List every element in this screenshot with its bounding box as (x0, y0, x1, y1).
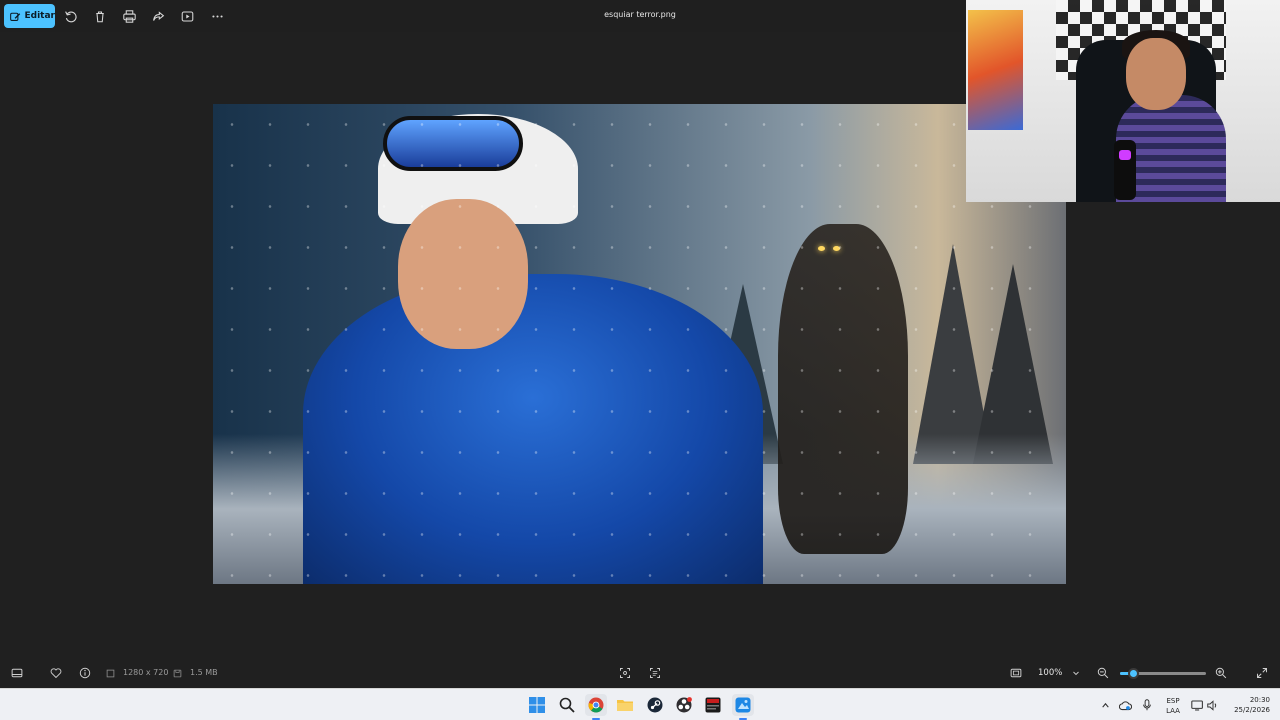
displayed-photo (213, 104, 1066, 584)
keyboard-layout: LAA (1166, 707, 1180, 715)
system-clock[interactable]: 20:30 25/2/2026 (1224, 695, 1270, 715)
chevron-up-icon[interactable] (1098, 698, 1112, 712)
fit-to-window-icon[interactable] (1008, 665, 1024, 681)
zoom-out-icon[interactable] (1095, 665, 1111, 681)
clock-date: 25/2/2026 (1234, 706, 1270, 714)
crop-focus-icon[interactable] (617, 665, 633, 681)
taskbar: ESP LAA 20:30 25/2/2026 (0, 688, 1280, 720)
microphone-icon[interactable] (1140, 698, 1154, 712)
share-icon[interactable] (150, 8, 166, 24)
file-explorer-icon[interactable] (614, 694, 636, 716)
fullscreen-icon[interactable] (1254, 665, 1270, 681)
zoom-in-icon[interactable] (1213, 665, 1229, 681)
clock-time: 20:30 (1249, 696, 1270, 704)
obs-icon[interactable] (673, 694, 695, 716)
delete-icon[interactable] (92, 8, 108, 24)
file-size: 1.5 MB (190, 668, 218, 677)
filmstrip-icon[interactable] (9, 665, 25, 681)
zoom-value: 100% (1038, 668, 1063, 678)
edit-icon (10, 12, 21, 21)
zoom-slider-thumb[interactable] (1127, 668, 1139, 679)
dimensions-icon (104, 665, 116, 681)
info-icon[interactable] (77, 665, 93, 681)
file-size-icon (171, 665, 183, 681)
zoom-slider[interactable] (1120, 668, 1206, 679)
webcam-overlay (966, 0, 1280, 202)
steam-icon[interactable] (644, 694, 666, 716)
volume-icon[interactable] (1206, 698, 1220, 712)
start-icon[interactable] (526, 694, 548, 716)
print-icon[interactable] (121, 8, 137, 24)
rotate-icon[interactable] (62, 8, 78, 24)
scan-text-icon[interactable] (647, 665, 663, 681)
image-dimensions: 1280 x 720 (123, 668, 169, 677)
game-app-icon[interactable] (702, 694, 724, 716)
photos-icon[interactable] (732, 694, 754, 720)
window-title: esquiar terror.png (604, 10, 676, 19)
language-indicator[interactable]: ESP LAA (1160, 696, 1186, 716)
slideshow-icon[interactable] (179, 8, 195, 24)
zoom-dropdown[interactable]: 100% (1030, 664, 1086, 682)
more-icon[interactable] (209, 8, 225, 24)
chevron-down-icon (1073, 671, 1079, 676)
search-icon[interactable] (556, 694, 578, 716)
language-code: ESP (1166, 697, 1180, 705)
favorite-icon[interactable] (48, 665, 64, 681)
edit-button-label: Editar (24, 11, 56, 21)
chrome-icon[interactable] (585, 694, 607, 720)
status-bar: 1280 x 720 1.5 MB 100% (0, 658, 1280, 688)
network-icon[interactable] (1190, 698, 1204, 712)
edit-button[interactable]: Editar (4, 4, 55, 28)
cloud-sync-icon[interactable] (1118, 698, 1132, 712)
